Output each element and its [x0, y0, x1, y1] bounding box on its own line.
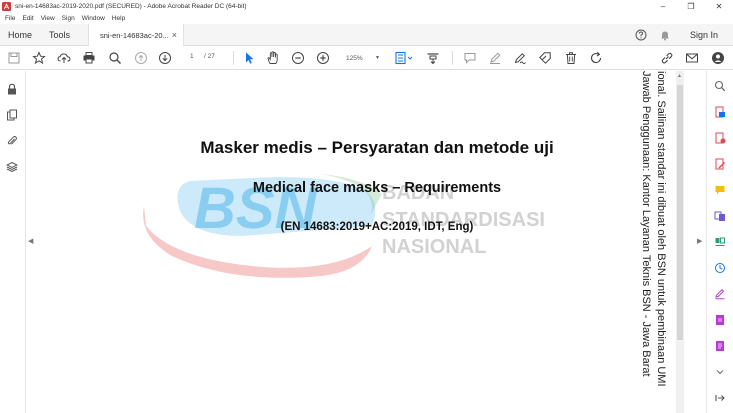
select-cursor-icon[interactable] — [241, 50, 257, 66]
help-icon[interactable] — [634, 24, 648, 46]
search-tool-icon[interactable] — [713, 79, 727, 93]
fill-sign-icon[interactable] — [713, 287, 727, 301]
vertical-scrollbar[interactable]: ▲ — [676, 71, 684, 413]
delete-trash-icon[interactable] — [563, 50, 579, 66]
link-tool-icon[interactable] — [659, 50, 675, 66]
collapse-left-panel-icon[interactable]: ◀ — [28, 237, 33, 245]
layers-icon[interactable] — [5, 160, 19, 174]
previous-page-icon[interactable] — [133, 50, 149, 66]
sign-in-button[interactable]: Sign In — [684, 24, 724, 46]
scroll-up-icon[interactable]: ▲ — [677, 73, 682, 79]
zoom-out-icon[interactable] — [290, 50, 306, 66]
tab-document[interactable]: sni-en-14683ac-20... × — [88, 24, 184, 46]
chevron-down-icon: ▼ — [375, 55, 380, 61]
comment-tool-icon[interactable] — [713, 183, 727, 197]
menu-file[interactable]: File — [5, 15, 15, 22]
tab-document-label: sni-en-14683ac-20... — [100, 30, 169, 40]
acrobat-app-icon — [2, 2, 11, 11]
tab-bar: Home Tools sni-en-14683ac-20... × Sign I… — [0, 24, 733, 46]
draw-sign-icon[interactable] — [512, 50, 528, 66]
minimize-button[interactable]: – — [650, 0, 676, 13]
document-subtitle: Medical face masks – Requirements — [252, 180, 502, 196]
zoom-level-value: 125% — [346, 54, 363, 62]
zoom-in-icon[interactable] — [315, 50, 331, 66]
protect-pdf-icon[interactable] — [713, 313, 727, 327]
upload-cloud-icon[interactable] — [56, 50, 72, 66]
page-total: / 27 — [204, 53, 215, 60]
scroll-mode-icon[interactable] — [425, 50, 441, 66]
highlight-pen-icon[interactable] — [487, 50, 503, 66]
toolbar-divider — [233, 51, 234, 65]
menu-help[interactable]: Help — [112, 15, 125, 22]
rotate-undo-icon[interactable] — [588, 50, 604, 66]
chevron-down-expand-icon[interactable] — [713, 365, 727, 379]
share-user-icon[interactable] — [710, 50, 726, 66]
lock-icon[interactable] — [5, 82, 19, 96]
search-zoom-icon[interactable] — [107, 50, 123, 66]
page-number-input[interactable]: 1 — [190, 53, 194, 60]
zoom-level-dropdown[interactable]: 125% ▼ — [340, 52, 384, 64]
menu-bar: File Edit View Sign Window Help — [0, 13, 733, 24]
toolbar-divider — [452, 51, 453, 65]
watermark-line-3: NASIONAL — [382, 236, 486, 258]
restore-button[interactable]: ❐ — [678, 0, 704, 13]
comment-icon[interactable] — [462, 50, 478, 66]
hand-tool-icon[interactable] — [265, 50, 281, 66]
main-toolbar: 1 / 27 125% ▼ — [0, 46, 733, 70]
print-icon[interactable] — [81, 50, 97, 66]
document-page: BSN BADAN STANDARDISASI NASIONAL Masker … — [37, 71, 673, 413]
document-standard-code: (EN 14683:2019+AC:2019, IDT, Eng) — [280, 221, 474, 233]
email-envelope-icon[interactable] — [684, 50, 700, 66]
menu-window[interactable]: Window — [82, 15, 105, 22]
export-pdf-icon[interactable] — [713, 105, 727, 119]
attachment-paperclip-icon[interactable] — [5, 134, 19, 148]
window-title: sni-en-14683ac-2019-2020.pdf (SECURED) -… — [15, 3, 247, 10]
vertical-notice-line-1: ional. Sailinan standar ini dibuat oleh … — [655, 71, 667, 387]
close-tab-icon[interactable]: × — [172, 30, 177, 40]
right-tools-panel — [706, 71, 733, 413]
more-tools-icon[interactable] — [713, 339, 727, 353]
vertical-notice-line-2: Jawab Penggunaan: Kantor Layanan Teknis … — [640, 71, 652, 377]
page-fit-icon[interactable] — [393, 50, 415, 66]
collapse-right-panel-icon[interactable]: ▶ — [697, 237, 702, 245]
left-navigation-panel — [0, 71, 26, 413]
menu-edit[interactable]: Edit — [22, 15, 33, 22]
tab-home[interactable]: Home — [8, 24, 32, 46]
menu-sign[interactable]: Sign — [62, 15, 75, 22]
scan-ocr-icon[interactable] — [713, 261, 727, 275]
title-bar: sni-en-14683ac-2019-2020.pdf (SECURED) -… — [0, 0, 733, 13]
stamp-tag-icon[interactable] — [537, 50, 553, 66]
scrollbar-thumb[interactable] — [677, 85, 683, 340]
notifications-bell-icon[interactable] — [658, 24, 672, 46]
combine-files-icon[interactable] — [713, 209, 727, 223]
menu-view[interactable]: View — [41, 15, 55, 22]
next-page-icon[interactable] — [157, 50, 173, 66]
edit-pdf-icon[interactable] — [713, 157, 727, 171]
page-thumbnails-icon[interactable] — [5, 108, 19, 122]
save-icon[interactable] — [6, 50, 22, 66]
create-pdf-icon[interactable] — [713, 131, 727, 145]
bookmark-star-icon[interactable] — [31, 50, 47, 66]
panel-toggle-icon[interactable] — [713, 391, 727, 405]
close-window-button[interactable]: ✕ — [706, 0, 732, 13]
organize-pages-icon[interactable] — [713, 235, 727, 249]
document-title: Masker medis – Persyaratan dan metode uj… — [200, 138, 554, 157]
tab-tools[interactable]: Tools — [49, 24, 70, 46]
